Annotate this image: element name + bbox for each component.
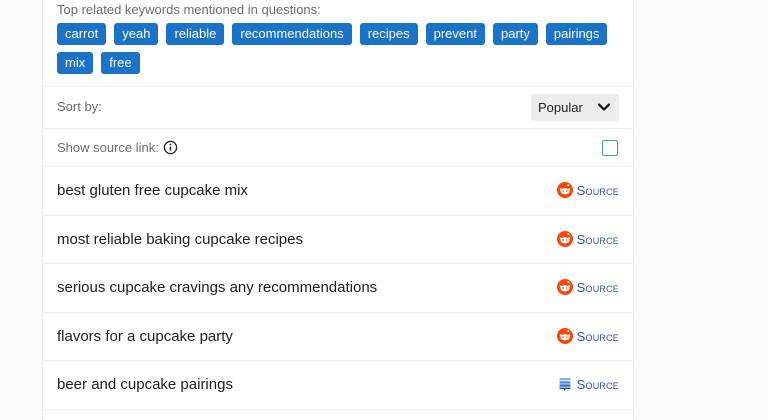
reddit-icon	[556, 182, 573, 198]
show-source-label: Show source link:	[57, 140, 178, 155]
source-link[interactable]: Source	[556, 279, 619, 295]
source-link[interactable]: Source	[556, 182, 619, 198]
sort-selected-value: Popular	[538, 100, 583, 115]
question-text: beer and cupcake pairings	[57, 376, 233, 393]
source-label: Source	[576, 376, 619, 392]
keyword-chip[interactable]: party	[492, 23, 538, 45]
show-source-text: Show source link:	[57, 140, 159, 155]
questions-panel: Top related keywords mentioned in questi…	[42, 0, 634, 420]
question-row[interactable]: most reliable baking cupcake recipes Sou…	[43, 216, 633, 264]
keyword-chip[interactable]: pairings	[545, 23, 608, 45]
stack-exchange-icon	[559, 378, 571, 391]
keyword-chip[interactable]: yeah	[114, 23, 159, 45]
question-row[interactable]: flavors for a cupcake party Source	[43, 313, 633, 361]
source-label: Source	[576, 182, 619, 198]
source-link[interactable]: Source	[556, 328, 619, 344]
keyword-chip[interactable]: reliable	[166, 23, 225, 45]
divider	[43, 409, 633, 410]
page-background-right	[634, 0, 768, 420]
keyword-chip[interactable]: recommendations	[232, 23, 352, 45]
source-label: Source	[576, 231, 619, 247]
source-label: Source	[576, 279, 619, 295]
reddit-icon	[556, 231, 573, 247]
info-icon[interactable]	[163, 140, 178, 155]
question-row[interactable]: serious cupcake cravings any recommendat…	[43, 264, 633, 312]
keyword-chip[interactable]: free	[101, 52, 140, 74]
divider	[43, 86, 633, 87]
question-row[interactable]: beer and cupcake pairings Source	[43, 361, 633, 409]
keyword-chip[interactable]: mix	[57, 52, 94, 74]
source-label: Source	[576, 328, 619, 344]
reddit-icon	[556, 328, 573, 344]
sort-label: Sort by:	[57, 99, 102, 114]
question-text: flavors for a cupcake party	[57, 328, 233, 345]
keywords-heading: Top related keywords mentioned in questi…	[57, 2, 321, 17]
keyword-chips: carrot yeah reliable recommendations rec…	[57, 23, 617, 74]
source-link[interactable]: Source	[556, 231, 619, 247]
reddit-icon	[556, 279, 573, 295]
question-row[interactable]: best gluten free cupcake mix Source	[43, 167, 633, 215]
chevron-down-icon	[597, 103, 611, 111]
keyword-chip[interactable]: prevent	[425, 23, 485, 45]
question-text: serious cupcake cravings any recommendat…	[57, 279, 378, 296]
keyword-chip[interactable]: recipes	[359, 23, 418, 45]
question-text: best gluten free cupcake mix	[57, 182, 248, 199]
source-link[interactable]: Source	[557, 376, 619, 392]
question-text: most reliable baking cupcake recipes	[57, 231, 303, 248]
show-source-checkbox[interactable]	[602, 140, 618, 156]
keyword-chip[interactable]: carrot	[57, 23, 107, 45]
page-background-left	[0, 0, 42, 420]
sort-select[interactable]: Popular	[531, 94, 619, 121]
divider	[43, 128, 633, 129]
